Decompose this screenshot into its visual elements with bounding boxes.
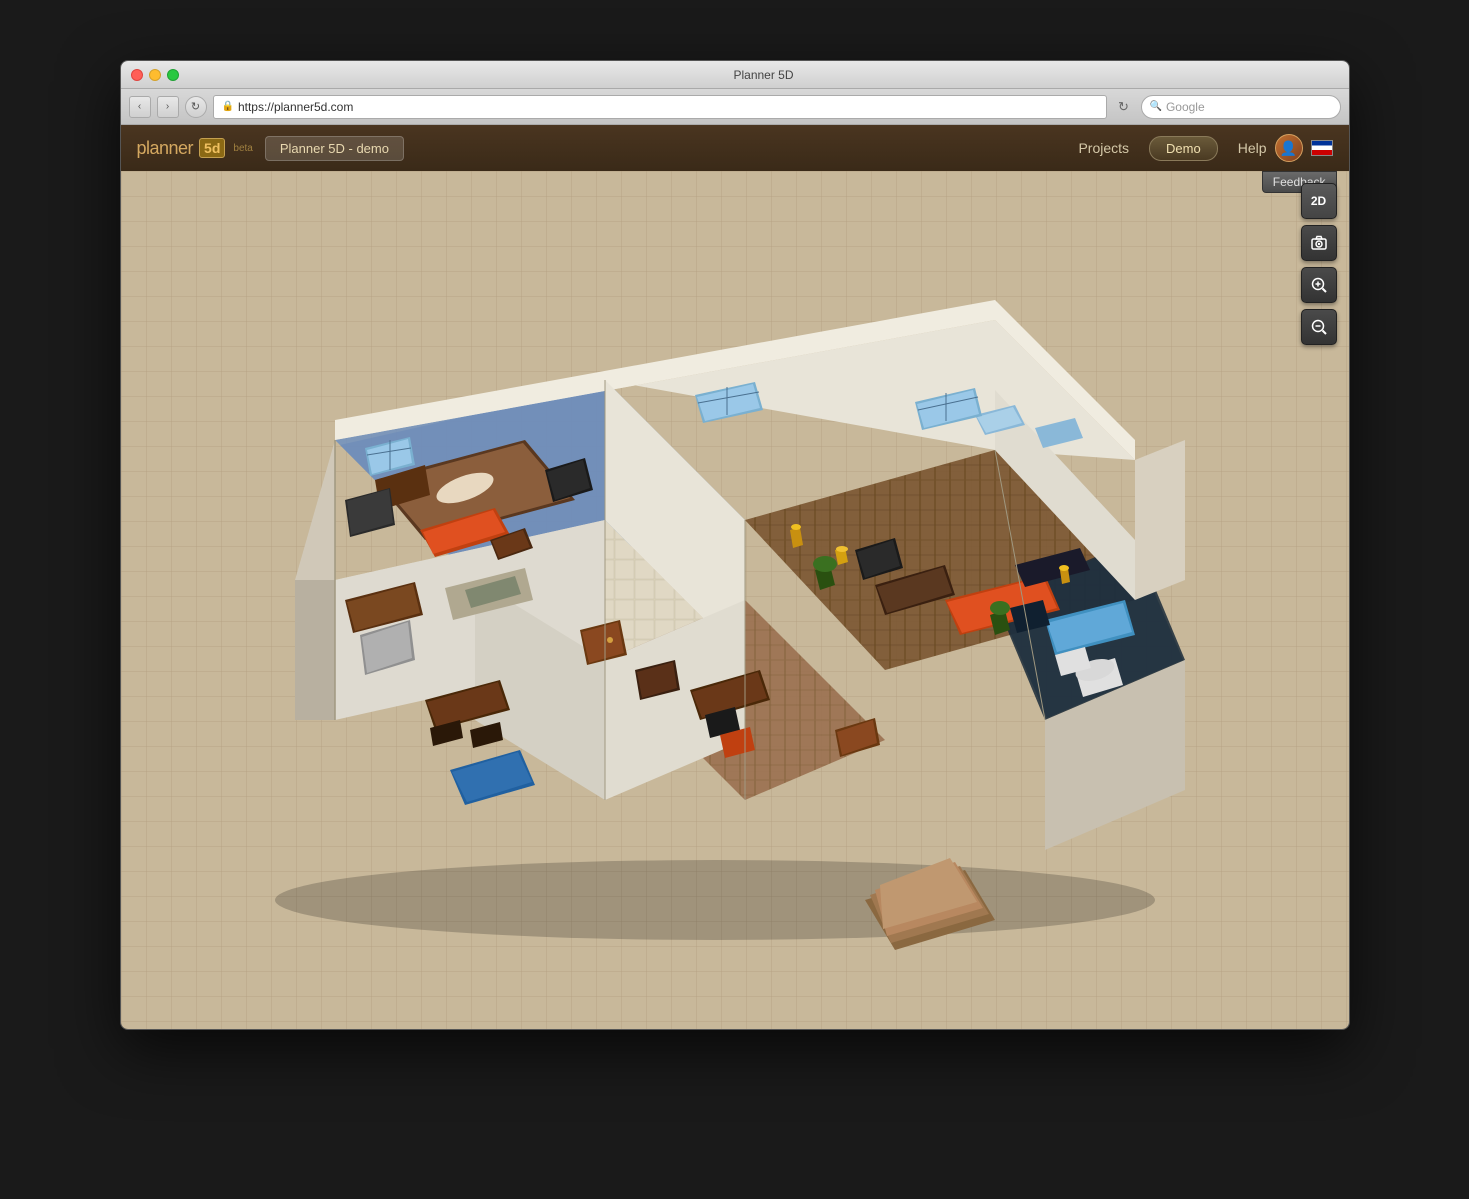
logo-text: planner bbox=[137, 138, 194, 159]
help-link[interactable]: Help bbox=[1238, 140, 1267, 156]
floor-plan[interactable] bbox=[215, 240, 1215, 960]
search-bar[interactable]: 🔍 Google bbox=[1141, 95, 1341, 119]
forward-button[interactable]: › bbox=[157, 96, 179, 118]
nav-links: Projects Demo Help bbox=[1078, 136, 1266, 161]
zoom-in-button[interactable] bbox=[1301, 267, 1337, 303]
app-navbar: planner 5d beta Planner 5D - demo Projec… bbox=[121, 125, 1349, 171]
address-bar[interactable]: 🔒 https://planner5d.com bbox=[213, 95, 1107, 119]
browser-toolbar: ‹ › ↻ 🔒 https://planner5d.com ↻ 🔍 Google bbox=[121, 89, 1349, 125]
close-button[interactable] bbox=[131, 69, 143, 81]
projects-link[interactable]: Projects bbox=[1078, 140, 1129, 156]
maximize-button[interactable] bbox=[167, 69, 179, 81]
logo-5d: 5d bbox=[199, 138, 225, 158]
browser-window: Planner 5D ‹ › ↻ 🔒 https://planner5d.com… bbox=[120, 60, 1350, 1030]
lock-icon: 🔒 bbox=[222, 101, 234, 112]
search-icon: 🔍 bbox=[1150, 101, 1162, 112]
right-toolbar: 2D bbox=[1301, 183, 1337, 345]
zoom-out-button[interactable] bbox=[1301, 309, 1337, 345]
main-content: Feedback 2D bbox=[121, 171, 1349, 1029]
beta-badge: beta bbox=[233, 143, 252, 154]
demo-button[interactable]: Demo bbox=[1149, 136, 1218, 161]
back-button[interactable]: ‹ bbox=[129, 96, 151, 118]
camera-button[interactable] bbox=[1301, 225, 1337, 261]
window-title: Planner 5D bbox=[189, 68, 1339, 82]
minimize-button[interactable] bbox=[149, 69, 161, 81]
language-flag[interactable] bbox=[1311, 140, 1333, 156]
project-name-tab[interactable]: Planner 5D - demo bbox=[265, 136, 404, 161]
address-text: https://planner5d.com bbox=[238, 100, 353, 114]
window-controls bbox=[131, 69, 179, 81]
reload-button[interactable]: ↻ bbox=[185, 96, 207, 118]
search-placeholder: Google bbox=[1166, 100, 1205, 114]
2d-view-button[interactable]: 2D bbox=[1301, 183, 1337, 219]
avatar-area: 👤 bbox=[1275, 134, 1333, 162]
title-bar: Planner 5D bbox=[121, 61, 1349, 89]
logo-area: planner 5d beta bbox=[137, 138, 253, 159]
user-avatar[interactable]: 👤 bbox=[1275, 134, 1303, 162]
refresh-icon[interactable]: ↻ bbox=[1113, 96, 1135, 118]
